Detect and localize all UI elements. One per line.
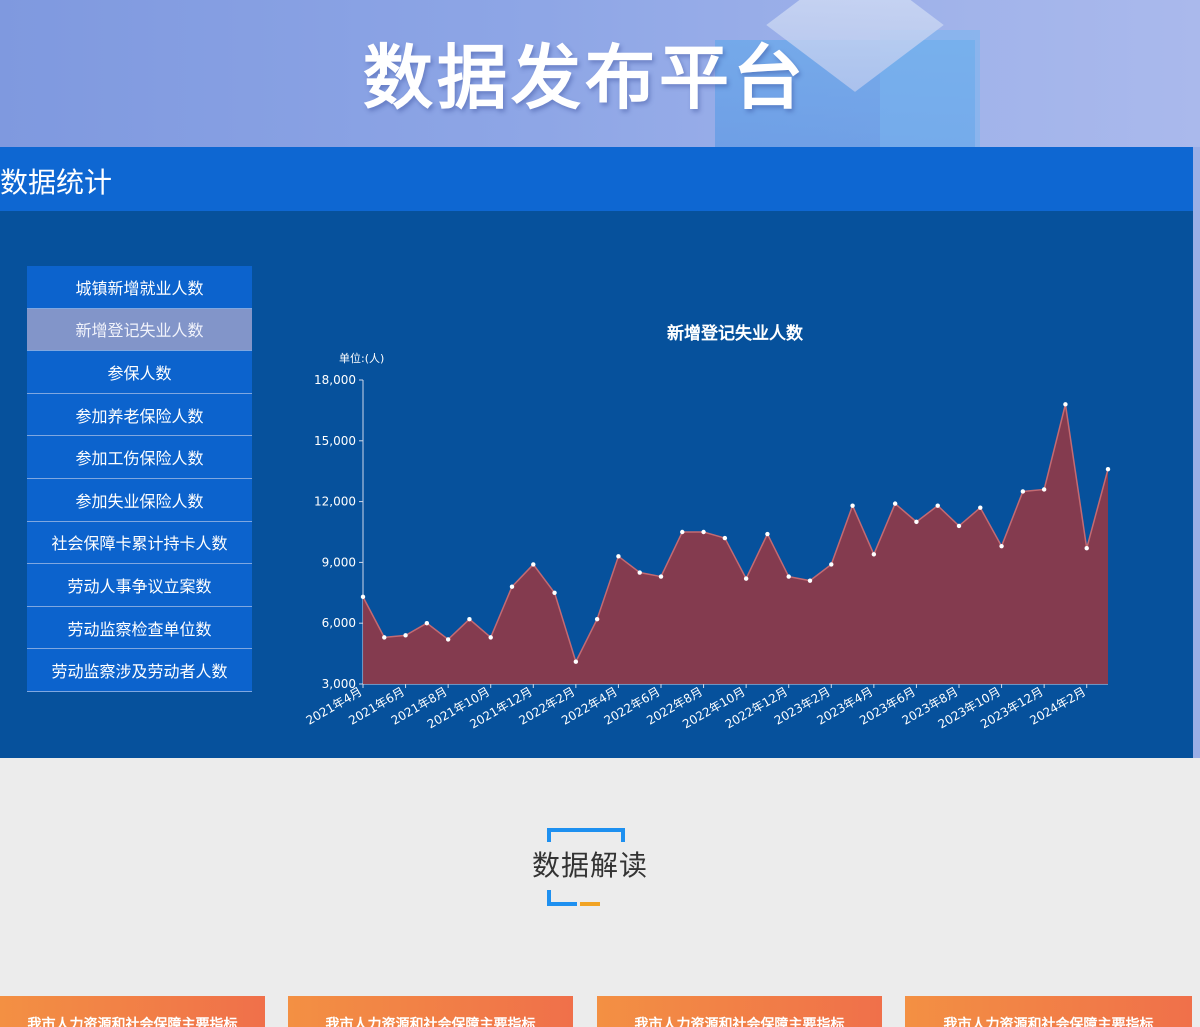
bracket-decoration (580, 902, 600, 906)
interpretation-heading: 数据解读 (520, 828, 660, 910)
area-fill (363, 404, 1108, 684)
data-point (445, 637, 451, 642)
data-point (1020, 489, 1026, 494)
data-point (552, 590, 557, 595)
data-point (403, 633, 408, 638)
data-point (1084, 546, 1089, 551)
interpretation-card[interactable]: 我市人力资源和社会保障主要指标 (0, 996, 265, 1027)
interpretation-card[interactable]: 我市人力资源和社会保障主要指标 (597, 996, 882, 1027)
data-point (1041, 487, 1047, 492)
data-point (786, 574, 791, 579)
data-point (509, 584, 515, 589)
data-point (935, 503, 940, 508)
y-tick-label: 12,000 (314, 495, 356, 509)
y-tick-label: 18,000 (314, 373, 356, 387)
data-point (680, 529, 685, 535)
data-point (360, 594, 366, 600)
data-point (424, 621, 430, 626)
menu-item-inspection-workers[interactable]: 劳动监察涉及劳动者人数 (27, 649, 252, 692)
unemployment-area-chart: 新增登记失业人数单位:(人)3,0006,0009,00012,00015,00… (304, 323, 1111, 732)
interpretation-title: 数据解读 (531, 849, 648, 882)
data-point (467, 616, 472, 622)
y-tick-label: 15,000 (314, 434, 356, 448)
bracket-decoration (547, 890, 577, 906)
data-point (573, 659, 579, 664)
chart-title: 新增登记失业人数 (667, 323, 804, 344)
menu-item-labor-disputes[interactable]: 劳动人事争议立案数 (27, 564, 252, 607)
data-point (956, 523, 962, 529)
data-point (765, 531, 770, 537)
menu-item-social-security-card[interactable]: 社会保障卡累计持卡人数 (27, 521, 252, 565)
menu-item-unemployment-insurance[interactable]: 参加失业保险人数 (27, 478, 252, 522)
menu-item-urban-employment[interactable]: 城镇新增就业人数 (27, 266, 252, 309)
data-point (807, 578, 813, 583)
platform-title: 数据发布平台 (363, 37, 807, 119)
interpretation-card[interactable]: 我市人力资源和社会保障主要指标 (905, 996, 1192, 1027)
data-point (1063, 402, 1068, 407)
bracket-decoration (547, 828, 625, 842)
data-point (594, 616, 600, 622)
menu-item-registered-unemployed[interactable]: 新增登记失业人数 (27, 308, 252, 352)
data-point (531, 562, 536, 567)
data-point (616, 554, 621, 559)
data-point (850, 503, 855, 508)
menu-item-inspection-units[interactable]: 劳动监察检查单位数 (27, 606, 252, 650)
data-point (382, 635, 387, 640)
header-banner: 数据发布平台 (0, 0, 1200, 147)
data-point (914, 519, 919, 525)
y-tick-label: 6,000 (322, 616, 356, 630)
data-point (743, 576, 749, 581)
data-point (871, 552, 877, 557)
y-tick-label: 9,000 (322, 555, 356, 569)
stats-section-header: 数据统计 (0, 147, 1193, 211)
data-point (892, 501, 898, 506)
data-point (658, 574, 664, 579)
data-point (829, 562, 834, 567)
data-point (722, 535, 728, 541)
data-point (637, 570, 642, 575)
data-point (1105, 466, 1111, 472)
menu-item-pension-insurance[interactable]: 参加养老保险人数 (27, 393, 252, 437)
interpretation-cards: 我市人力资源和社会保障主要指标 我市人力资源和社会保障主要指标 我市人力资源和社… (0, 996, 1200, 1027)
data-point (701, 529, 706, 535)
page-edge (1193, 147, 1200, 758)
menu-item-injury-insurance[interactable]: 参加工伤保险人数 (27, 436, 252, 479)
data-point (999, 543, 1004, 549)
y-axis-unit-label: 单位:(人) (339, 351, 384, 365)
section-title: 数据统计 (0, 166, 113, 199)
indicator-menu: 城镇新增就业人数 新增登记失业人数 参保人数 参加养老保险人数 参加工伤保险人数… (27, 266, 252, 692)
data-point (978, 505, 983, 510)
interpretation-card[interactable]: 我市人力资源和社会保障主要指标 (288, 996, 573, 1027)
data-point (488, 635, 493, 640)
menu-item-insured[interactable]: 参保人数 (27, 351, 252, 394)
